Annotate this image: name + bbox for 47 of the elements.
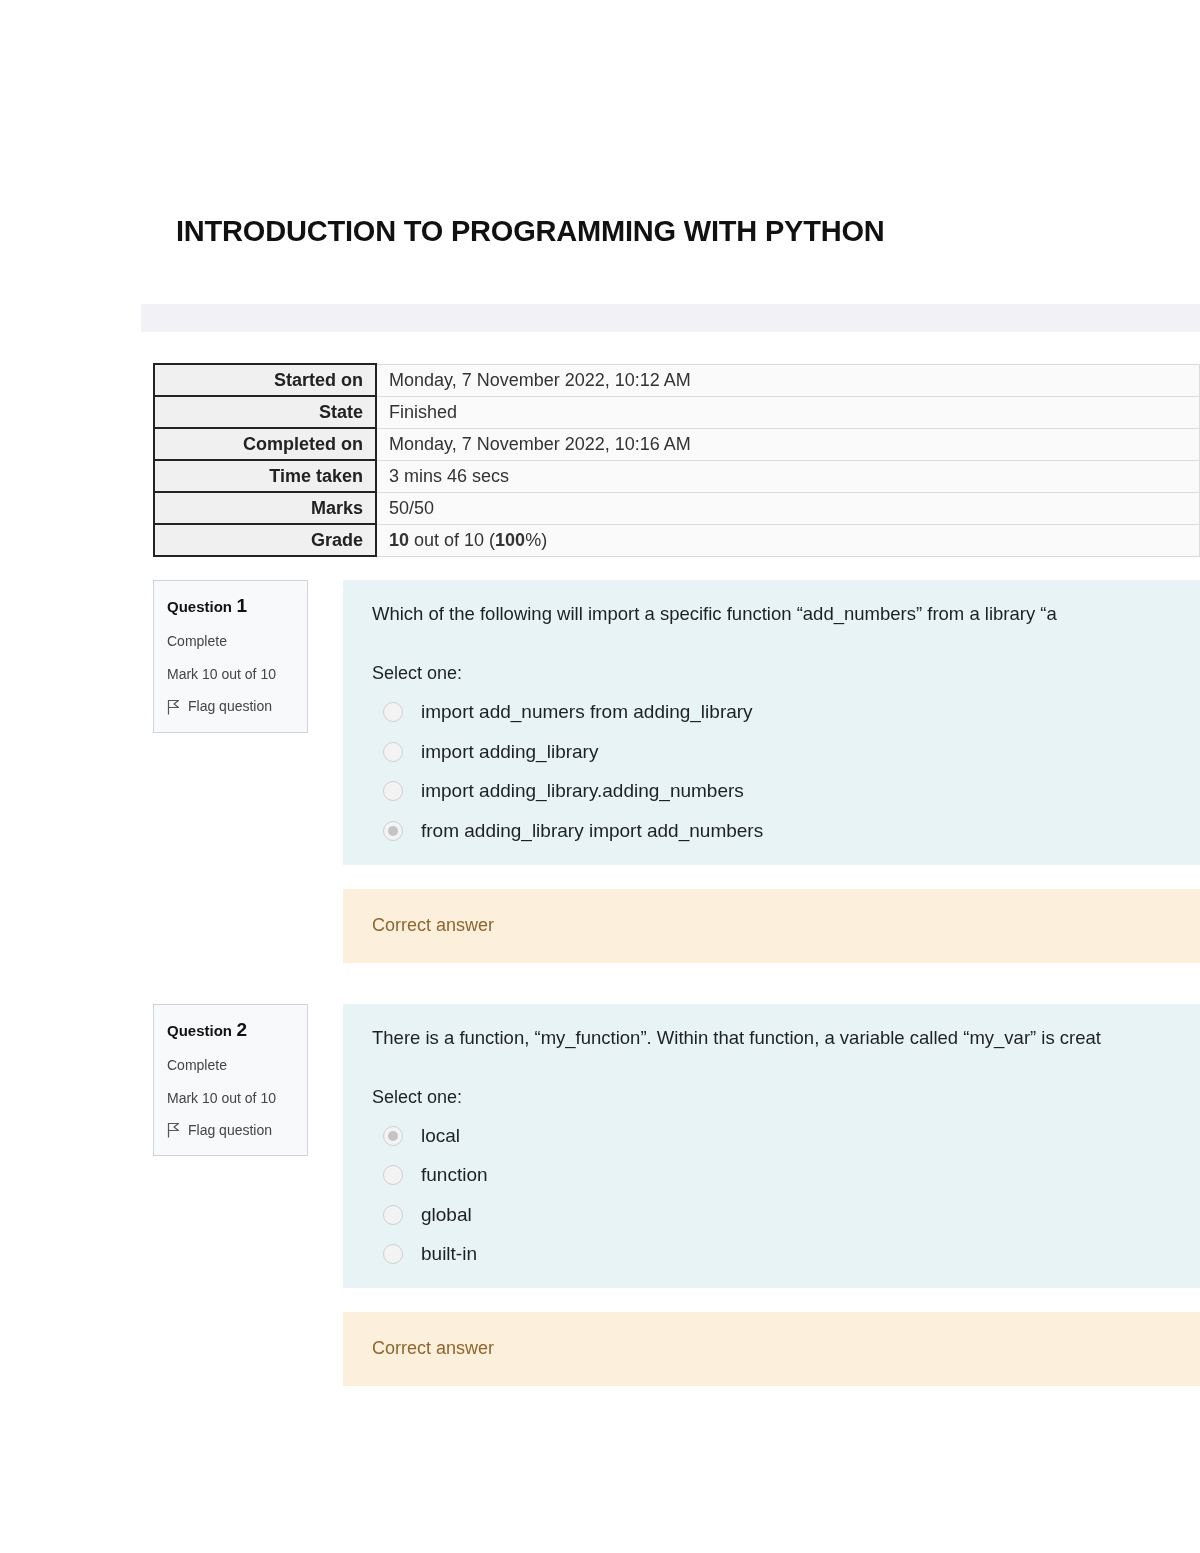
- radio-button[interactable]: [383, 1244, 403, 1264]
- summary-value: 10 out of 10 (100%): [376, 524, 1200, 556]
- question-status: Complete: [167, 632, 228, 651]
- option-label: function: [421, 1163, 488, 1187]
- question-status: Complete: [167, 1055, 228, 1075]
- radio-button[interactable]: [383, 1165, 403, 1185]
- radio-button[interactable]: [383, 1125, 403, 1146]
- question-label: Question: [167, 598, 232, 615]
- option-label: global: [421, 1202, 472, 1227]
- radio-button[interactable]: [383, 741, 403, 762]
- page-title: INTRODUCTION TO PROGRAMMING WITH PYTHON: [176, 214, 886, 249]
- feedback-text: Correct answer: [372, 1338, 495, 1358]
- option-label: import add_numers from adding_library: [421, 700, 753, 724]
- summary-label: Completed on: [154, 428, 376, 460]
- radio-button[interactable]: [383, 820, 403, 841]
- summary-value: 50/50: [376, 492, 1200, 524]
- summary-label: Grade: [154, 524, 376, 556]
- summary-value: 3 mins 46 secs: [376, 460, 1200, 492]
- summary-label: State: [154, 396, 376, 428]
- flag-icon: [167, 1122, 180, 1138]
- radio-button[interactable]: [383, 781, 403, 801]
- option-label: built-in: [421, 1242, 477, 1266]
- question-text: Which of the following will import a specific function “add_numbers” from a library “a: [372, 602, 1058, 627]
- question-number: 2: [236, 1018, 248, 1040]
- summary-value: Monday, 7 November 2022, 10:16 AM: [376, 428, 1200, 460]
- summary-label: Time taken: [154, 460, 376, 492]
- radio-button[interactable]: [383, 1204, 403, 1225]
- summary-value: Finished: [376, 396, 1200, 428]
- option-label: from adding_library import add_numbers: [421, 818, 764, 843]
- question-number: 1: [236, 595, 248, 616]
- flag-question-link[interactable]: Flag question: [167, 696, 273, 717]
- option-label: local: [421, 1123, 461, 1148]
- question-label: Question: [167, 1021, 232, 1039]
- option-label: import adding_library.adding_numbers: [421, 779, 744, 803]
- question-mark: Mark 10 out of 10: [167, 1088, 277, 1108]
- summary-label: Started on: [154, 364, 376, 396]
- summary-label: Marks: [154, 492, 376, 524]
- flag-question-link[interactable]: Flag question: [167, 1119, 273, 1141]
- select-prompt: Select one:: [372, 1085, 464, 1109]
- option-label: import adding_library: [421, 739, 599, 764]
- summary-value: Monday, 7 November 2022, 10:12 AM: [376, 364, 1200, 396]
- question-text: There is a function, “my_function”. Within that function, a variable called “my_var” is creat: [372, 1025, 1102, 1051]
- select-prompt: Select one:: [372, 662, 464, 685]
- feedback-text: Correct answer: [372, 914, 495, 935]
- flag-icon: [167, 698, 180, 715]
- radio-button[interactable]: [383, 702, 403, 722]
- question-mark: Mark 10 out of 10: [167, 665, 277, 684]
